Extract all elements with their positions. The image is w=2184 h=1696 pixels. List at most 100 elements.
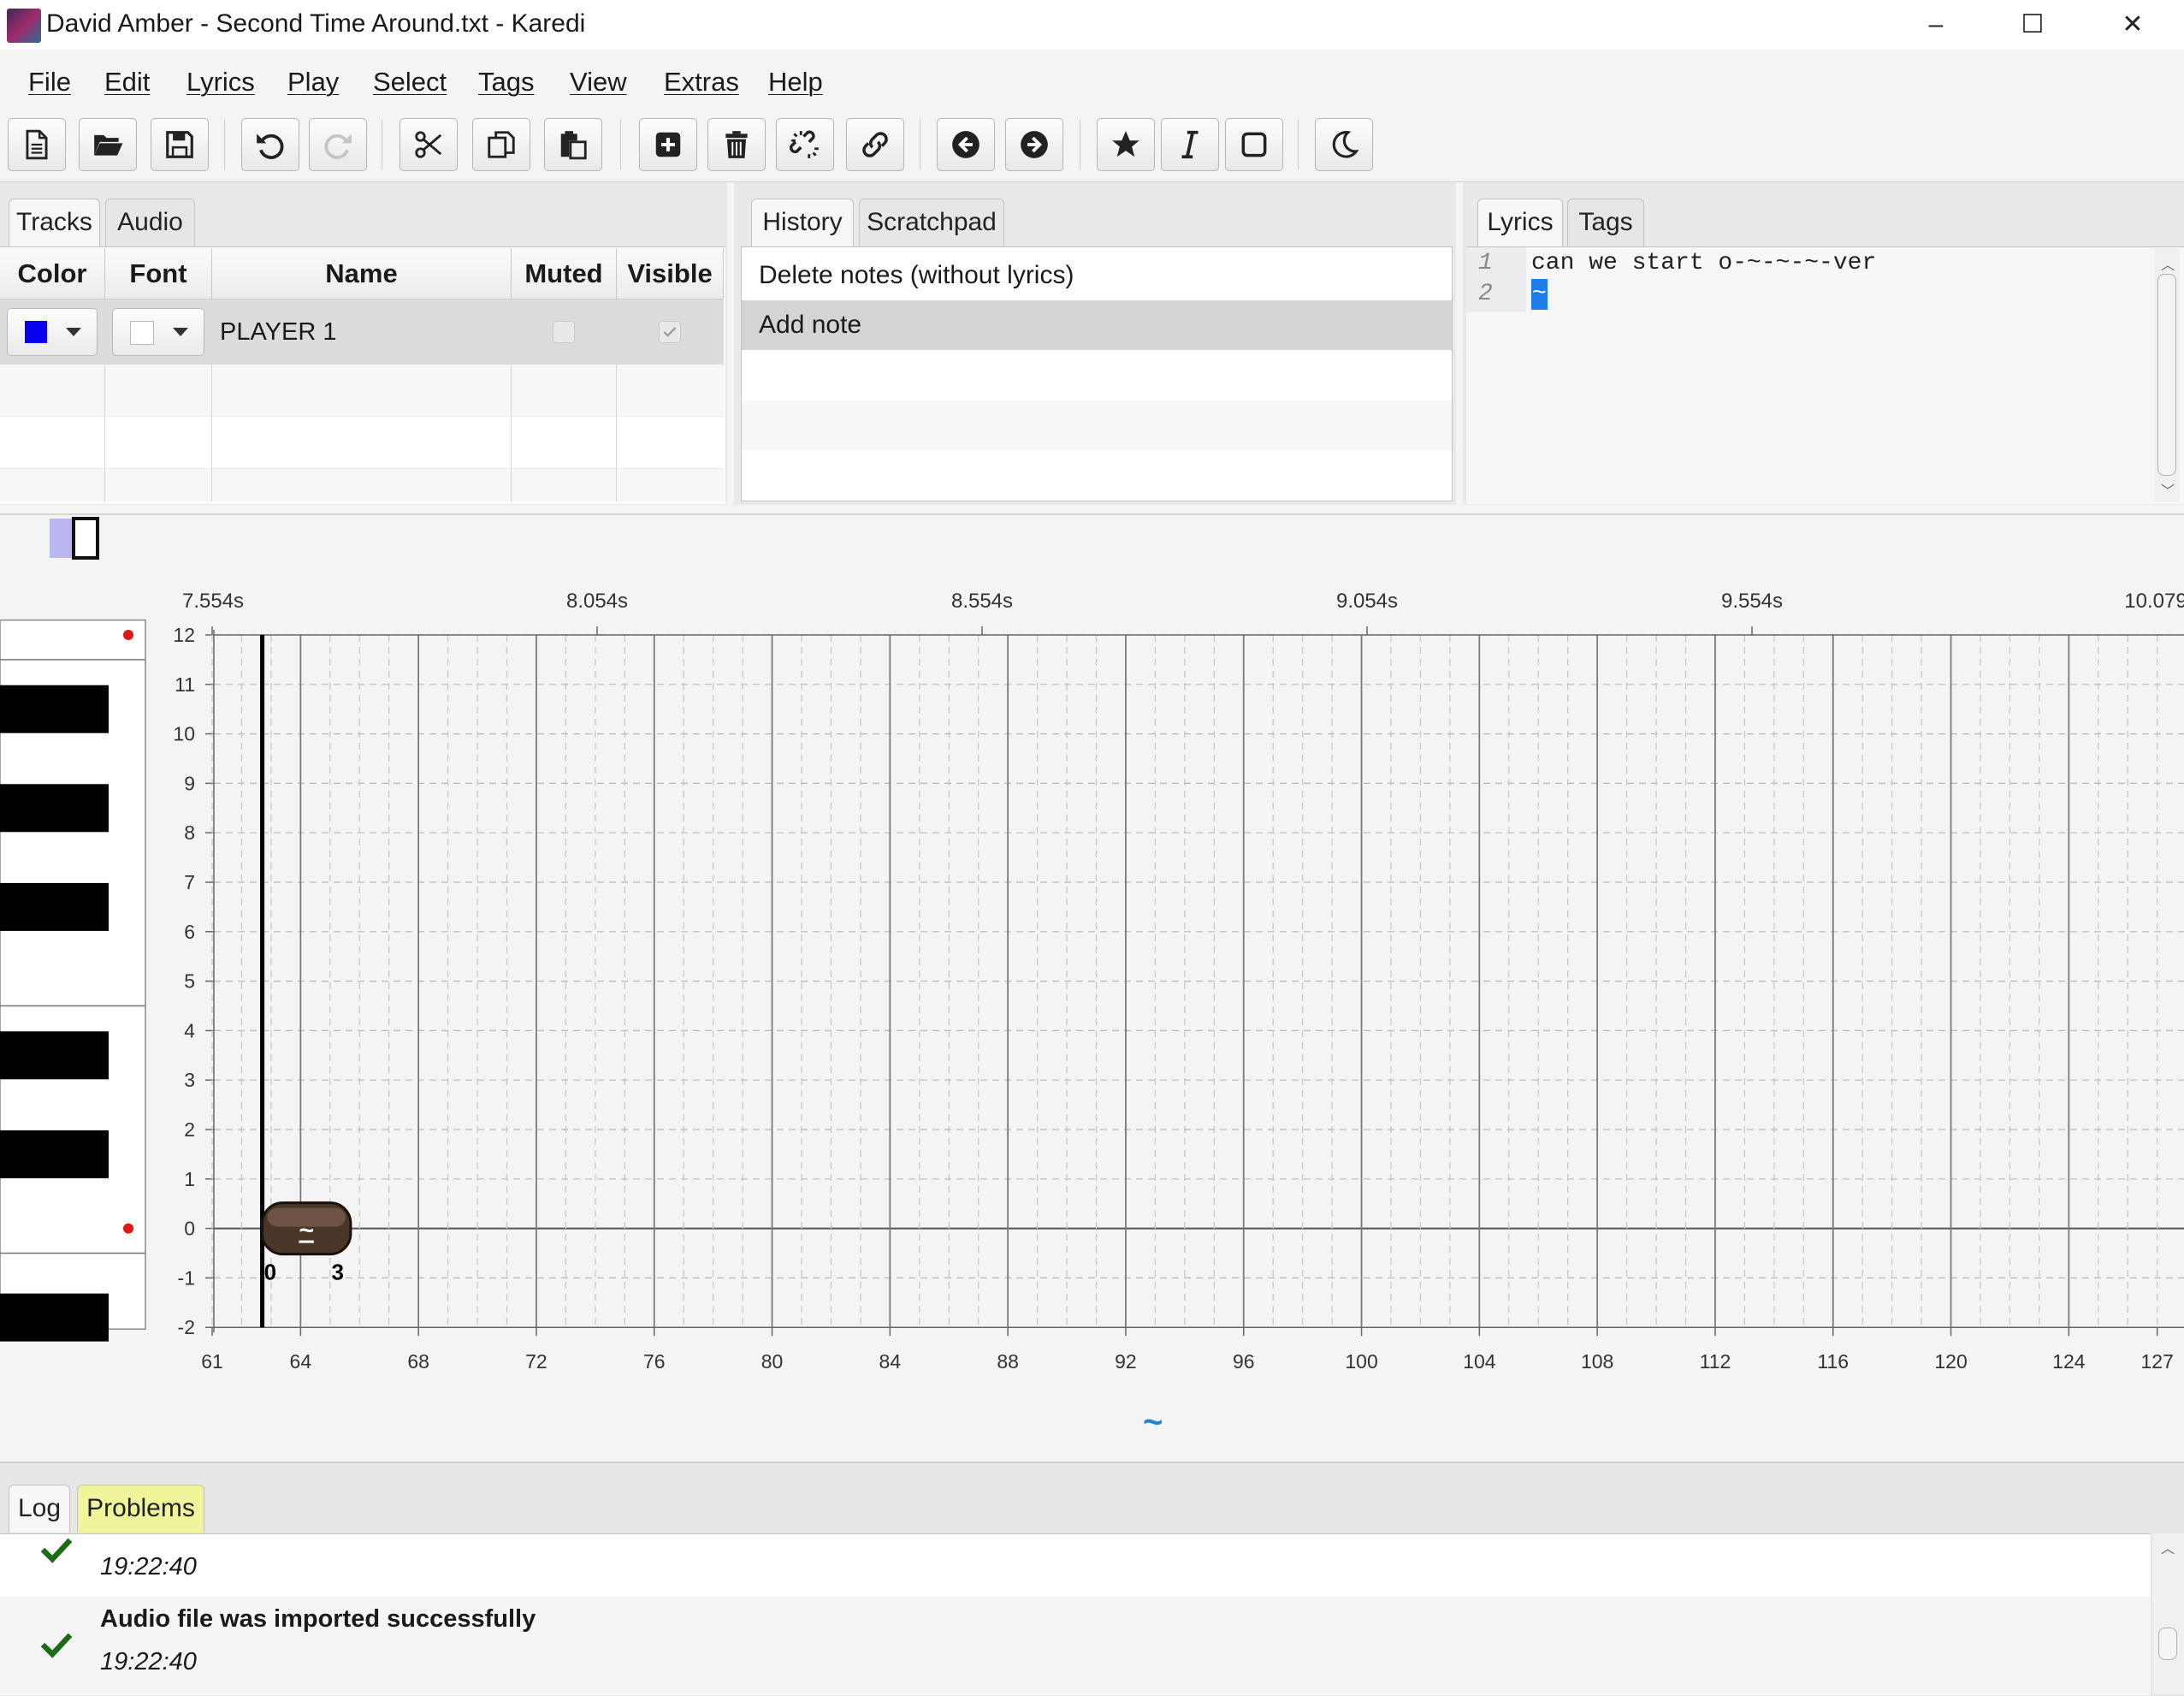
copy-button[interactable] <box>472 118 530 171</box>
scrollbar-thumb[interactable] <box>2158 1628 2177 1660</box>
tab-tracks[interactable]: Tracks <box>9 199 100 246</box>
scroll-up-icon[interactable]: ︿ <box>2161 253 2175 274</box>
time-label: 10.079 <box>2124 590 2184 613</box>
muted-checkbox[interactable] <box>553 321 575 343</box>
column-header-muted[interactable]: Muted <box>512 248 617 299</box>
note-start-label: 0 <box>264 1260 276 1285</box>
next-button[interactable] <box>1005 118 1063 171</box>
x-tick-label: 112 <box>1700 1350 1731 1373</box>
column-header-font[interactable]: Font <box>105 248 212 299</box>
line-number-gutter <box>1466 247 1526 312</box>
history-item[interactable]: Delete notes (without lyrics) <box>742 251 1452 300</box>
delete-button[interactable] <box>707 118 766 171</box>
x-tick-label: 104 <box>1463 1350 1496 1373</box>
scroll-up-icon[interactable]: ︿ <box>2161 1537 2175 1557</box>
y-tick-label: 1 <box>184 1168 195 1190</box>
pitch-marker <box>123 630 133 640</box>
maximize-button[interactable]: ☐ <box>1986 0 2080 50</box>
add-note-button[interactable] <box>639 118 697 171</box>
menu-lyrics[interactable]: Lyrics <box>186 65 255 99</box>
piano-black-key <box>0 685 109 733</box>
x-tick-label: 116 <box>1817 1350 1849 1373</box>
freestyle-button[interactable] <box>1225 118 1283 171</box>
piano-roll[interactable]: 1211109876543210-1-261 64 68 72 76 80 84 88 92 96… <box>0 573 2184 1438</box>
redo-button[interactable] <box>309 118 367 171</box>
join-button[interactable] <box>846 118 904 171</box>
log-scrollbar[interactable]: ︿ <box>2152 1533 2184 1694</box>
track-color-picker[interactable] <box>7 308 98 356</box>
scroll-down-icon[interactable]: ﹀ <box>2161 479 2175 500</box>
italic-button[interactable] <box>1161 118 1219 171</box>
minimize-button[interactable]: – <box>1889 0 1983 50</box>
menu-select[interactable]: Select <box>373 65 447 99</box>
piano-black-key <box>0 1130 109 1178</box>
tab-tags[interactable]: Tags <box>1567 199 1644 246</box>
minimap-selection[interactable] <box>72 517 99 560</box>
moon-icon <box>1332 131 1359 158</box>
table-row[interactable] <box>0 299 724 365</box>
check-icon <box>663 327 677 337</box>
previous-button[interactable] <box>937 118 995 171</box>
lyrics-line[interactable]: can we start o-~-~-~-ver <box>1531 248 1876 279</box>
save-button[interactable] <box>151 118 209 171</box>
arrow-right-circle-icon <box>1021 131 1048 158</box>
x-tick-label: 80 <box>761 1350 784 1373</box>
menu-extras[interactable]: Extras <box>664 65 739 99</box>
track-name[interactable]: PLAYER 1 <box>220 313 336 351</box>
tab-history[interactable]: History <box>751 199 854 246</box>
check-icon <box>40 1633 73 1658</box>
track-font-color-picker[interactable] <box>112 308 204 356</box>
chevron-down-icon <box>66 328 81 336</box>
undo-button[interactable] <box>241 118 299 171</box>
color-swatch <box>25 321 47 343</box>
cut-button[interactable] <box>400 118 458 171</box>
toolbar-separator <box>620 120 621 169</box>
log-entry: 19:22:40 <box>0 1534 2151 1596</box>
column-header-visible[interactable]: Visible <box>617 248 724 299</box>
piano-black-key <box>0 784 109 833</box>
line-number: 2 <box>1478 281 1493 307</box>
menu-view[interactable]: View <box>570 65 627 99</box>
minimap-viewport[interactable] <box>50 519 72 558</box>
y-tick-label: 4 <box>184 1019 195 1041</box>
menu-help[interactable]: Help <box>768 65 823 99</box>
dark-mode-button[interactable] <box>1315 118 1373 171</box>
lyrics-scrollbar[interactable]: ︿ ﹀ <box>2154 248 2180 501</box>
redo-icon <box>324 133 352 159</box>
menu-edit[interactable]: Edit <box>104 65 150 99</box>
open-button[interactable] <box>79 118 137 171</box>
split-button[interactable] <box>776 118 834 171</box>
x-tick-label: 88 <box>997 1350 1019 1373</box>
x-tick-label: 61 <box>201 1350 223 1373</box>
y-tick-label: 3 <box>184 1069 195 1091</box>
menu-file[interactable]: File <box>28 65 71 99</box>
scrollbar-thumb[interactable] <box>2157 274 2176 476</box>
menu-play[interactable]: Play <box>287 65 339 99</box>
menu-tags[interactable]: Tags <box>478 65 534 99</box>
lyrics-line-selected[interactable]: ~ <box>1531 279 1548 310</box>
tab-audio[interactable]: Audio <box>105 199 195 246</box>
copy-icon <box>488 131 515 158</box>
new-file-button[interactable] <box>8 118 66 171</box>
square-icon <box>1241 132 1267 157</box>
time-label: 8.554s <box>951 590 1013 613</box>
tab-scratchpad[interactable]: Scratchpad <box>859 199 1004 246</box>
x-tick-label: 120 <box>1934 1350 1967 1373</box>
column-header-name[interactable]: Name <box>212 248 512 299</box>
line-number: 1 <box>1478 250 1493 276</box>
y-tick-label: 8 <box>184 821 195 844</box>
lyrics-editor[interactable] <box>1466 246 2184 504</box>
y-tick-label: 5 <box>184 970 195 993</box>
time-label: 7.554s <box>182 590 244 613</box>
paste-button[interactable] <box>544 118 602 171</box>
tab-problems[interactable]: Problems <box>77 1485 204 1533</box>
y-tick-label: 9 <box>184 772 195 794</box>
golden-note-button[interactable] <box>1097 118 1155 171</box>
tab-log[interactable]: Log <box>9 1485 70 1533</box>
column-header-color[interactable]: Color <box>0 248 105 299</box>
visible-checkbox[interactable] <box>659 321 681 343</box>
tab-lyrics[interactable]: Lyrics <box>1477 199 1563 246</box>
history-item-selected[interactable]: Add note <box>742 300 1452 350</box>
close-button[interactable]: ✕ <box>2086 0 2180 50</box>
x-tick-label: 96 <box>1233 1350 1255 1373</box>
